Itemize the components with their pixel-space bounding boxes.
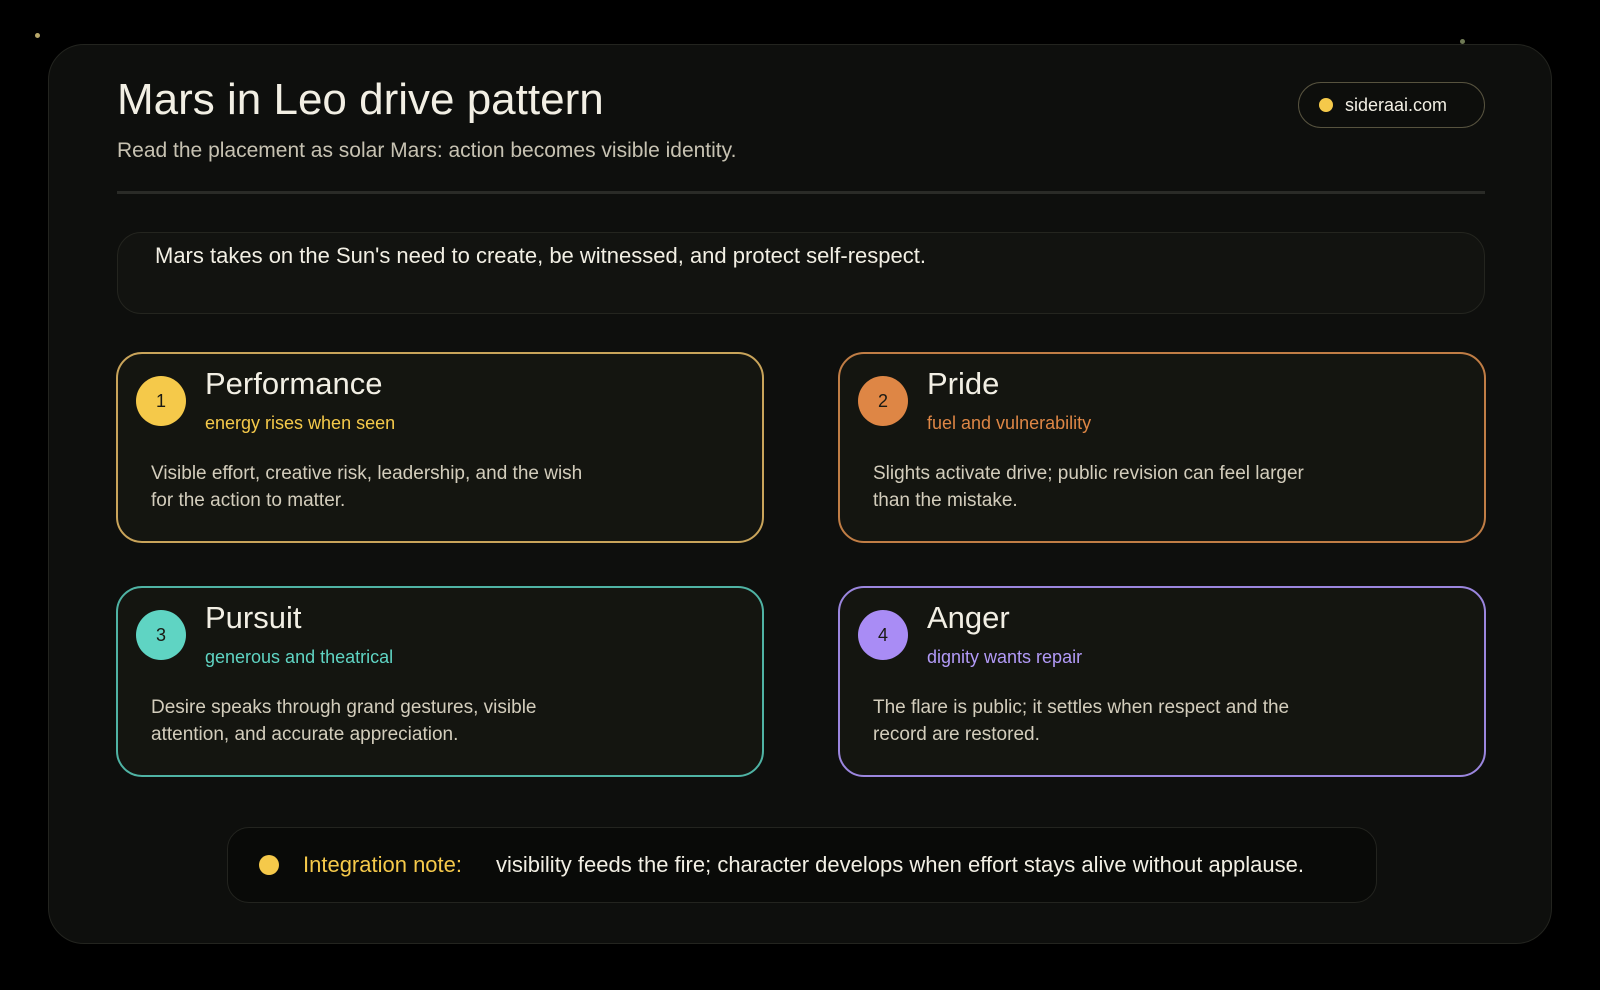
tile-body: Desire speaks through grand gestures, vi… <box>151 697 537 745</box>
dot-icon <box>259 855 279 875</box>
site-label: sideraai.com <box>1345 94 1448 115</box>
tile-title: Anger <box>927 600 1010 635</box>
tile-performance: 1 Performance energy rises when seen Vis… <box>116 352 764 543</box>
stage: Mars in Leo drive pattern Read the place… <box>0 0 1600 990</box>
star-decoration <box>35 33 40 38</box>
info-card: Mars in Leo drive pattern Read the place… <box>48 44 1552 944</box>
number-badge: 3 <box>136 610 186 660</box>
divider <box>117 191 1485 194</box>
tile-title: Performance <box>205 366 383 401</box>
number-badge: 1 <box>136 376 186 426</box>
tile-body: The flare is public; it settles when res… <box>873 697 1290 745</box>
tile-anger: 4 Anger dignity wants repair The flare i… <box>838 586 1486 777</box>
tile-pride: 2 Pride fuel and vulnerability Slights a… <box>838 352 1486 543</box>
tile-subtitle: energy rises when seen <box>205 413 396 433</box>
note-text: visibility feeds the fire; character dev… <box>496 852 1304 877</box>
statement-text: Mars takes on the Sun's need to create, … <box>155 243 926 268</box>
note-label: Integration note: <box>303 852 463 877</box>
integration-note: Integration note: visibility feeds the f… <box>227 827 1377 903</box>
tile-subtitle: fuel and vulnerability <box>927 413 1092 433</box>
tile-subtitle: dignity wants repair <box>927 647 1083 667</box>
number-badge: 4 <box>858 610 908 660</box>
statement-box: Mars takes on the Sun's need to create, … <box>117 232 1485 314</box>
number-badge: 2 <box>858 376 908 426</box>
dot-icon <box>1319 98 1333 112</box>
page-subtitle: Read the placement as solar Mars: action… <box>117 139 737 162</box>
site-badge[interactable]: sideraai.com <box>1298 82 1485 128</box>
tile-body: Visible effort, creative risk, leadershi… <box>151 463 583 511</box>
tile-body: Slights activate drive; public revision … <box>873 463 1304 511</box>
tile-pursuit: 3 Pursuit generous and theatrical Desire… <box>116 586 764 777</box>
tile-title: Pursuit <box>205 600 302 635</box>
tile-title: Pride <box>927 366 1000 401</box>
tile-subtitle: generous and theatrical <box>205 647 394 667</box>
page-title: Mars in Leo drive pattern <box>117 75 604 124</box>
